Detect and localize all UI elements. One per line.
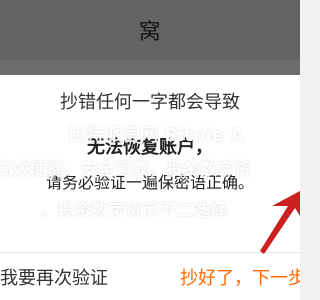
red-arrow-icon: [260, 191, 300, 254]
dialog-header: 抄错任何一字都会导致: [0, 75, 300, 128]
arrow-shape: [260, 191, 300, 254]
dialog-footer: 我要再次验证 抄好了，下一步: [0, 252, 300, 300]
verify-again-button[interactable]: 我要再次验证: [0, 253, 150, 300]
dialog-title: 抄错任何一字都会导致: [60, 92, 240, 113]
next-step-button[interactable]: 抄好了，下一步: [150, 253, 300, 300]
screen: 窝 抄错任何一字都会导致 无法恢复账户， 请务必验证一遍保密语正确。 我要再次验…: [0, 0, 300, 300]
dialog-primary-line: 无法恢复账户，: [87, 137, 213, 158]
